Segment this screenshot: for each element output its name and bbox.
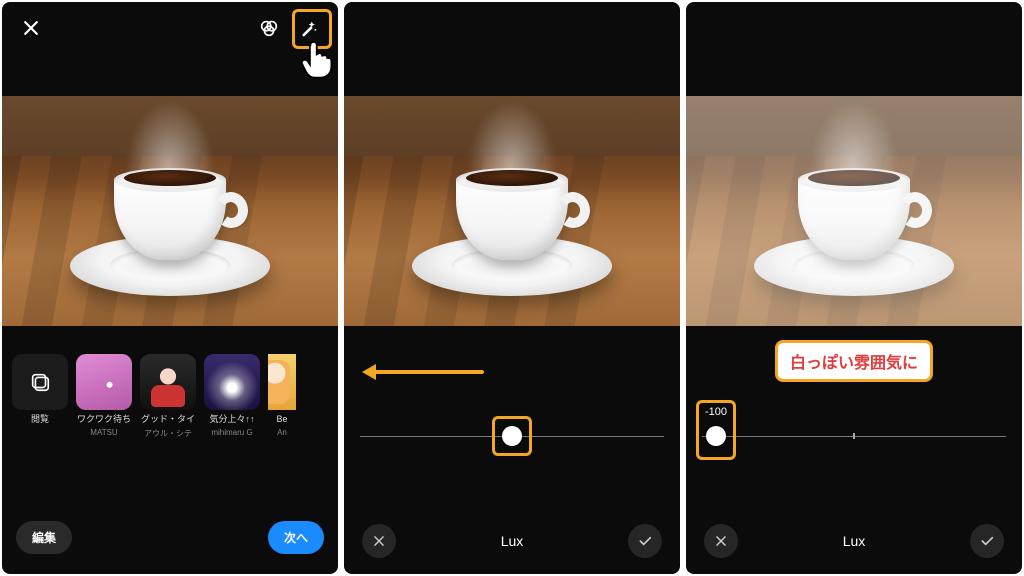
filter-item-0[interactable]: ワクワク待ち MATSU bbox=[76, 354, 132, 439]
filter-item-2[interactable]: 気分上々↑↑ mihimaru G bbox=[204, 354, 260, 439]
bottom-bar: 編集 次へ bbox=[2, 510, 338, 574]
slider-value-label: -100 bbox=[705, 406, 727, 418]
filter-thumb bbox=[268, 354, 296, 410]
magic-wand-icon[interactable] bbox=[292, 11, 326, 45]
filter-subtitle: アウル・シテ bbox=[144, 428, 192, 439]
filter-item-1[interactable]: グッド・タイ アウル・シテ bbox=[140, 354, 196, 439]
filter-subtitle: MATSU bbox=[90, 428, 117, 437]
filter-subtitle: mihimaru G bbox=[211, 428, 252, 437]
slider-knob[interactable] bbox=[706, 426, 726, 446]
cancel-button[interactable] bbox=[704, 524, 738, 558]
preview-photo bbox=[2, 96, 338, 326]
filter-thumb bbox=[204, 354, 260, 410]
confirm-button[interactable] bbox=[628, 524, 662, 558]
slider-knob[interactable] bbox=[502, 426, 522, 446]
bottom-bar: Lux bbox=[686, 516, 1022, 574]
arrow-line bbox=[374, 370, 484, 374]
cancel-button[interactable] bbox=[362, 524, 396, 558]
tool-name-label: Lux bbox=[843, 533, 866, 549]
topbar bbox=[344, 2, 680, 54]
filter-label: 閲覧 bbox=[31, 414, 49, 424]
next-button[interactable]: 次へ bbox=[268, 521, 324, 554]
topbar bbox=[2, 2, 338, 54]
overlap-circles-icon[interactable] bbox=[252, 11, 286, 45]
preview-photo bbox=[344, 96, 680, 326]
filter-title: 気分上々↑↑ bbox=[209, 414, 254, 424]
slider-area bbox=[344, 326, 680, 516]
tool-name-label: Lux bbox=[501, 533, 524, 549]
wash-overlay bbox=[686, 96, 1022, 326]
close-icon[interactable] bbox=[14, 11, 48, 45]
slider-center-tick bbox=[853, 433, 855, 439]
filter-title: ワクワク待ち bbox=[77, 414, 131, 424]
topbar bbox=[686, 2, 1022, 54]
browse-icon bbox=[12, 354, 68, 410]
filter-strip: 閲覧 ワクワク待ち MATSU グッド・タイ アウル・シテ 気分上々↑↑ mih… bbox=[2, 326, 338, 439]
filter-thumb bbox=[140, 354, 196, 410]
edit-button[interactable]: 編集 bbox=[16, 521, 72, 554]
filter-title: Be bbox=[276, 414, 287, 424]
filter-subtitle: An bbox=[277, 428, 287, 437]
bottom-bar: Lux bbox=[344, 516, 680, 574]
screen-1-filter-select: 閲覧 ワクワク待ち MATSU グッド・タイ アウル・シテ 気分上々↑↑ mih… bbox=[2, 2, 338, 574]
filter-item-3[interactable]: Be An bbox=[268, 354, 296, 439]
screen-3-lux-result: 白っぽい雰囲気に -100 Lux bbox=[686, 2, 1022, 574]
filter-browse[interactable]: 閲覧 bbox=[12, 354, 68, 439]
filter-title: グッド・タイ bbox=[141, 414, 195, 424]
filter-thumb bbox=[76, 354, 132, 410]
preview-photo bbox=[686, 96, 1022, 326]
screen-2-lux-slider: Lux bbox=[344, 2, 680, 574]
slider-area: -100 bbox=[686, 326, 1022, 516]
confirm-button[interactable] bbox=[970, 524, 1004, 558]
